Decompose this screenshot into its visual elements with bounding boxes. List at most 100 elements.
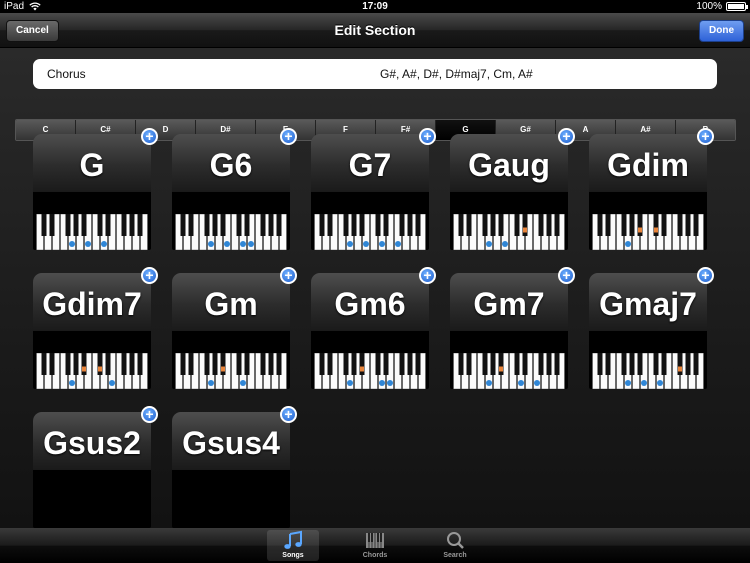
note-marker <box>654 227 658 233</box>
cancel-button[interactable]: Cancel <box>6 20 59 42</box>
note-marker <box>499 366 503 372</box>
black-key <box>121 353 127 375</box>
black-key <box>212 214 218 236</box>
piano-keyboard <box>453 353 565 389</box>
add-chord-button[interactable]: + <box>280 128 297 145</box>
tab-chords[interactable]: Chords <box>349 530 401 561</box>
chord-tile[interactable]: G6 + <box>172 128 297 250</box>
black-key <box>343 353 349 375</box>
note-marker <box>379 241 385 247</box>
add-chord-button[interactable]: + <box>141 267 158 284</box>
piano-keyboard <box>314 214 426 250</box>
black-key <box>105 214 111 236</box>
done-button[interactable]: Done <box>699 20 744 42</box>
black-key <box>458 353 464 375</box>
main-content: Chorus G#, A#, D#, D#maj7, Cm, A# C C# D D#… <box>0 48 750 528</box>
black-key <box>260 353 266 375</box>
chord-name: G6 <box>172 134 290 192</box>
tab-search[interactable]: Search <box>429 530 481 561</box>
chord-tile[interactable]: Gm + <box>172 267 297 389</box>
black-key <box>97 353 103 375</box>
black-key <box>637 353 643 375</box>
add-chord-button[interactable]: + <box>141 406 158 423</box>
black-key <box>73 214 79 236</box>
note-marker <box>657 380 663 386</box>
black-key <box>597 214 603 236</box>
black-key <box>375 214 381 236</box>
chord-tile[interactable]: Gsus2 + <box>33 406 158 528</box>
black-key <box>490 353 496 375</box>
tab-label: Search <box>443 552 467 559</box>
status-time: 17:09 <box>362 1 388 12</box>
black-key <box>327 353 333 375</box>
black-key <box>629 353 635 375</box>
chord-tile[interactable]: Gsus4 + <box>172 406 297 528</box>
black-key <box>343 214 349 236</box>
chord-keyboard <box>450 331 568 389</box>
chord-tile[interactable]: Gaug + <box>450 128 575 250</box>
music-note-icon <box>284 530 302 549</box>
add-chord-button[interactable]: + <box>141 128 158 145</box>
black-key <box>49 214 55 236</box>
black-key <box>65 214 71 236</box>
black-key <box>498 214 504 236</box>
note-marker <box>387 380 393 386</box>
piano-keyboard <box>592 353 704 389</box>
section-field[interactable]: Chorus G#, A#, D#, D#maj7, Cm, A# <box>33 59 717 89</box>
piano-keyboard <box>175 214 287 250</box>
add-chord-button[interactable]: + <box>280 267 297 284</box>
black-key <box>180 353 186 375</box>
chord-tile[interactable]: Gm6 + <box>311 267 436 389</box>
black-key <box>276 353 282 375</box>
black-key <box>49 353 55 375</box>
black-key <box>41 353 47 375</box>
piano-keyboard <box>36 214 148 250</box>
black-key <box>129 214 135 236</box>
add-chord-button[interactable]: + <box>558 128 575 145</box>
add-chord-button[interactable]: + <box>419 128 436 145</box>
chord-tile[interactable]: Gdim + <box>589 128 714 250</box>
add-chord-button[interactable]: + <box>697 128 714 145</box>
black-key <box>498 353 504 375</box>
black-key <box>415 353 421 375</box>
note-marker <box>208 380 214 386</box>
battery-icon <box>726 2 748 11</box>
tab-label: Chords <box>362 552 388 559</box>
add-chord-button[interactable]: + <box>697 267 714 284</box>
black-key <box>244 214 250 236</box>
black-key <box>268 214 274 236</box>
note-marker <box>224 241 230 247</box>
add-chord-button[interactable]: + <box>280 406 297 423</box>
chord-tile[interactable]: G7 + <box>311 128 436 250</box>
note-marker <box>625 241 631 247</box>
black-key <box>554 353 560 375</box>
black-key <box>260 214 266 236</box>
piano-keyboard <box>36 353 148 389</box>
chord-keyboard <box>172 470 290 528</box>
chord-keyboard <box>172 192 290 250</box>
note-marker <box>638 227 642 233</box>
chord-tile[interactable]: G + <box>33 128 158 250</box>
chord-tile[interactable]: Gm7 + <box>450 267 575 389</box>
chord-keyboard <box>589 192 707 250</box>
note-marker <box>379 380 385 386</box>
note-marker <box>208 241 214 247</box>
black-key <box>188 214 194 236</box>
black-key <box>514 214 520 236</box>
chord-tile[interactable]: Gmaj7 + <box>589 267 714 389</box>
chord-tile[interactable]: Gdim7 + <box>33 267 158 389</box>
black-key <box>653 214 659 236</box>
tab-songs[interactable]: Songs <box>267 530 319 561</box>
black-key <box>621 353 627 375</box>
chord-keyboard <box>450 192 568 250</box>
section-chords: G#, A#, D#, D#maj7, Cm, A# <box>380 67 533 81</box>
add-chord-button[interactable]: + <box>419 267 436 284</box>
black-key <box>407 353 413 375</box>
black-key <box>268 353 274 375</box>
black-key <box>407 214 413 236</box>
tab-label: Songs <box>282 552 304 559</box>
add-chord-button[interactable]: + <box>558 267 575 284</box>
black-key <box>466 353 472 375</box>
black-key <box>188 353 194 375</box>
black-key <box>383 353 389 375</box>
